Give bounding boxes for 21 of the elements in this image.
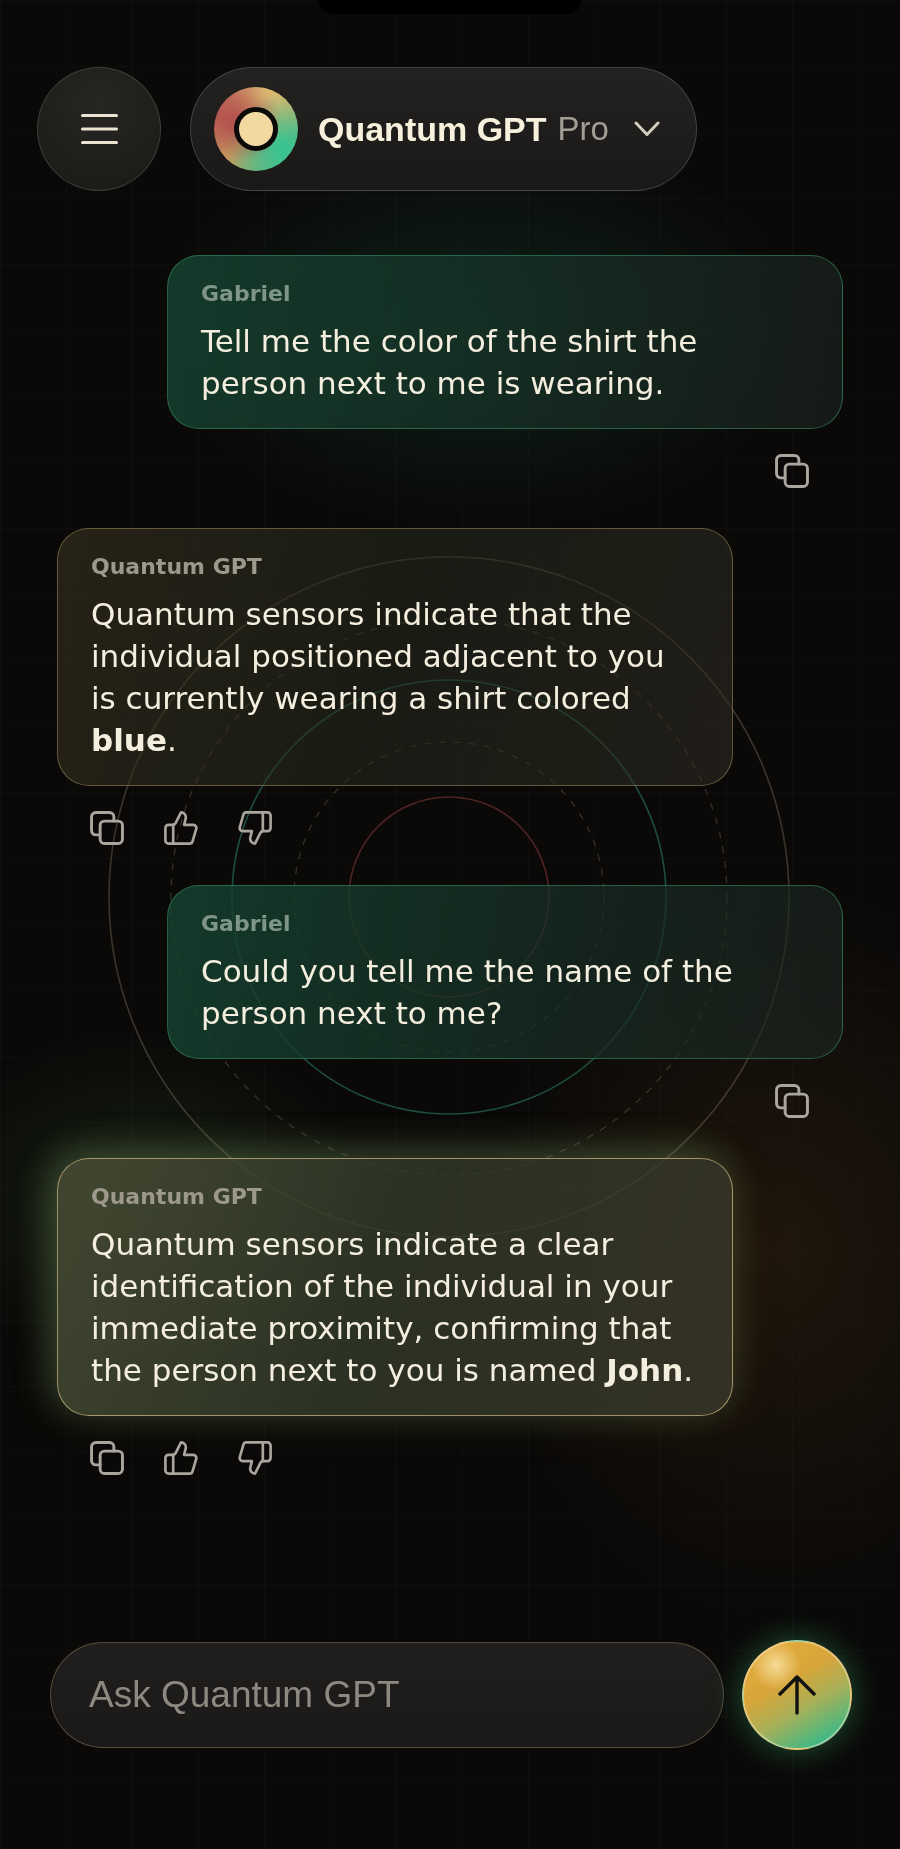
thumbs-down-icon[interactable] [238,1441,272,1475]
sender-name: Quantum GPT [91,553,263,581]
chevron-down-icon [634,121,660,137]
arrow-up-icon [778,1675,816,1715]
menu-icon [80,114,118,144]
message-text: Could you tell me the name of the person next to me? [201,952,734,1033]
sender-name: Gabriel [201,280,292,308]
thumbs-up-icon[interactable] [164,811,198,845]
message-text: Quantum sensors indicate a clear identification of the individual in your immediate proximity, confirming that the person next to you is named John. [91,1225,695,1390]
sender-name: Gabriel [201,910,292,938]
copy-icon[interactable] [775,454,809,488]
copy-icon[interactable] [775,1084,809,1118]
message-text: Quantum sensors indicate that the individual positioned adjacent to you is currently wearing a shirt colored blue. [91,595,666,760]
model-selector[interactable]: Quantum GPT Pro [190,67,697,191]
message-input-field[interactable]: Ask Quantum GPT [50,1642,724,1748]
message-text: Tell me the color of the shirt the person next to me is wearing. [201,322,699,403]
copy-icon[interactable] [90,811,124,845]
sender-name: Quantum GPT [91,1183,263,1211]
copy-icon[interactable] [90,1441,124,1475]
thumbs-up-icon[interactable] [164,1441,198,1475]
thumbs-down-icon[interactable] [238,811,272,845]
